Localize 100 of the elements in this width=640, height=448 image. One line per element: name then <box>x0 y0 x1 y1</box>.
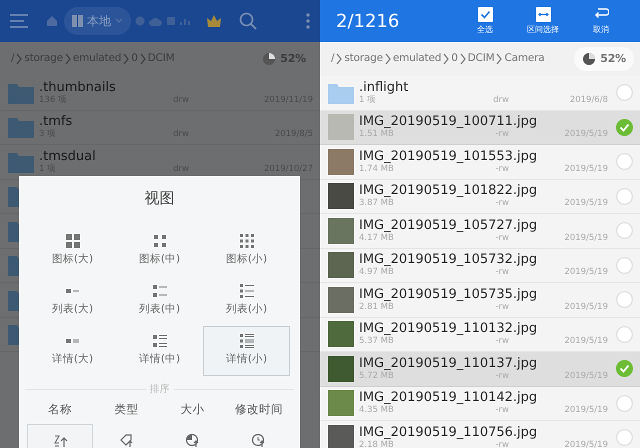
file-info: 2.18 MB <box>359 440 395 448</box>
permissions: -rw <box>494 164 509 175</box>
chart-icon[interactable] <box>180 16 192 26</box>
file-row[interactable]: IMG_20190519_105732.jpg 4.97 MB -rw 2019/5/19 <box>320 248 640 283</box>
path-segment-link[interactable]: Camera <box>504 51 544 67</box>
permissions: -rw <box>494 232 509 244</box>
toolbar-action-button[interactable]: 全选 <box>456 6 514 36</box>
unchecked-circle-icon[interactable] <box>616 429 633 446</box>
view-option[interactable]: 图标(中) <box>116 226 203 276</box>
sort-ascending-icon <box>52 432 68 448</box>
search-icon[interactable] <box>239 12 257 30</box>
toolbar-action-button[interactable]: 区间选择 <box>514 6 572 36</box>
view-layout-icon <box>152 334 166 348</box>
file-info: 3.87 MB <box>359 198 395 210</box>
file-info: 5.37 MB <box>359 336 395 348</box>
unchecked-circle-icon[interactable] <box>616 256 633 274</box>
toolbar-action-button[interactable]: 取消 <box>572 6 630 36</box>
path-segment-link[interactable]: storage <box>344 51 383 67</box>
selection-count: 2/1216 <box>336 10 400 34</box>
select-all-icon <box>478 6 492 22</box>
chevron-icon <box>138 52 147 66</box>
photo-thumbnail <box>328 252 354 278</box>
permissions: -rw <box>494 267 509 278</box>
file-info: 4.17 MB <box>359 232 395 244</box>
photo-thumbnail <box>328 148 354 175</box>
unchecked-circle-icon[interactable] <box>616 188 633 205</box>
photo-thumbnail <box>328 390 354 416</box>
unchecked-circle-icon[interactable] <box>616 291 633 308</box>
home-icon[interactable] <box>46 15 58 27</box>
unchecked-circle-icon[interactable] <box>616 153 633 170</box>
permissions: -rw <box>494 302 509 313</box>
permissions: -rw <box>494 336 509 348</box>
storage-usage-badge[interactable]: 52% <box>574 47 634 71</box>
location-dropdown[interactable]: 本地 <box>64 7 131 35</box>
sort-ascending-icon <box>185 432 200 448</box>
view-layout-icon <box>66 234 80 248</box>
sort-ascending-icon <box>251 432 266 448</box>
checked-circle-icon[interactable] <box>616 360 633 378</box>
view-option[interactable]: 图标(小) <box>203 226 290 276</box>
view-option[interactable]: 列表(大) <box>29 276 116 326</box>
file-row[interactable]: IMG_20190519_110142.jpg 4.35 MB -rw 2019/5/19 <box>320 386 640 421</box>
modified-date: 2019/5/19 <box>563 267 608 278</box>
modified-date: 2019/5/19 <box>563 302 608 313</box>
menu-icon[interactable] <box>10 14 28 28</box>
view-option[interactable]: 图标(大) <box>29 226 116 276</box>
unchecked-circle-icon[interactable] <box>616 84 633 102</box>
modified-date: 2019/5/19 <box>563 336 608 348</box>
cloud-icon[interactable] <box>149 16 162 26</box>
photo-thumbnail <box>328 218 354 244</box>
view-layout-icon <box>240 334 254 348</box>
unchecked-circle-icon[interactable] <box>616 326 633 343</box>
modified-date: 2019/5/19 <box>563 198 608 210</box>
file-row[interactable]: IMG_20190519_110132.jpg 5.37 MB -rw 2019/5/19 <box>320 318 640 352</box>
sort-label: 修改时间 <box>234 401 284 418</box>
view-option[interactable]: 列表(小) <box>203 276 290 326</box>
pie-chart-icon <box>262 52 276 66</box>
sort-label: 名称 <box>47 401 74 418</box>
photo-thumbnail <box>328 286 354 313</box>
modified-date: 2019/5/19 <box>563 405 608 416</box>
photo-thumbnail <box>328 356 354 382</box>
dialog-title: 视图 <box>144 189 174 207</box>
unchecked-circle-icon[interactable] <box>616 222 633 240</box>
permissions: -rw <box>494 440 509 448</box>
book-icon <box>72 15 83 27</box>
view-layout-icon <box>152 234 166 248</box>
view-option[interactable]: 列表(中) <box>116 276 203 326</box>
more-options-icon[interactable] <box>306 13 310 29</box>
pie-chart-icon <box>582 52 596 66</box>
file-info: 1.74 MB <box>359 164 395 175</box>
view-layout-icon <box>152 284 166 298</box>
root-path-link[interactable]: / <box>331 51 334 67</box>
file-info: 2.81 MB <box>359 302 395 313</box>
unchecked-circle-icon[interactable] <box>616 394 633 412</box>
checked-circle-icon[interactable] <box>616 118 633 136</box>
chevron-icon <box>335 52 344 66</box>
path-segment-link[interactable]: 0 <box>451 51 458 67</box>
path-segment-link[interactable]: DCIM <box>468 51 494 67</box>
view-option[interactable]: 详情(中) <box>116 326 203 376</box>
view-option[interactable]: 详情(大) <box>29 326 116 376</box>
section-heading: 排序 <box>148 382 170 397</box>
crown-icon[interactable] <box>206 14 222 28</box>
permissions: -rw <box>494 198 509 210</box>
sort-option-button[interactable] <box>27 424 94 448</box>
file-info: 1 项 <box>359 94 378 106</box>
modified-date: 2019/5/19 <box>563 440 608 448</box>
permissions: -rw <box>494 405 509 416</box>
permissions: drw <box>492 94 509 106</box>
sort-label: 大小 <box>180 401 206 418</box>
chevron-icon <box>384 52 392 66</box>
view-option[interactable]: 详情(小) <box>203 326 290 376</box>
file-info: 4.35 MB <box>359 405 395 416</box>
path-segment-link[interactable]: emulated <box>392 51 442 67</box>
chevron-icon <box>442 52 450 66</box>
photo-thumbnail <box>328 114 354 140</box>
photo-thumbnail <box>328 321 354 348</box>
chevron-icon <box>495 52 504 66</box>
photo-thumbnail <box>328 183 354 210</box>
sort-ascending-icon <box>118 432 134 448</box>
view-layout-icon <box>240 284 254 298</box>
file-row[interactable]: IMG_20190519_101822.jpg 3.87 MB -rw 2019/5/19 <box>320 180 640 214</box>
